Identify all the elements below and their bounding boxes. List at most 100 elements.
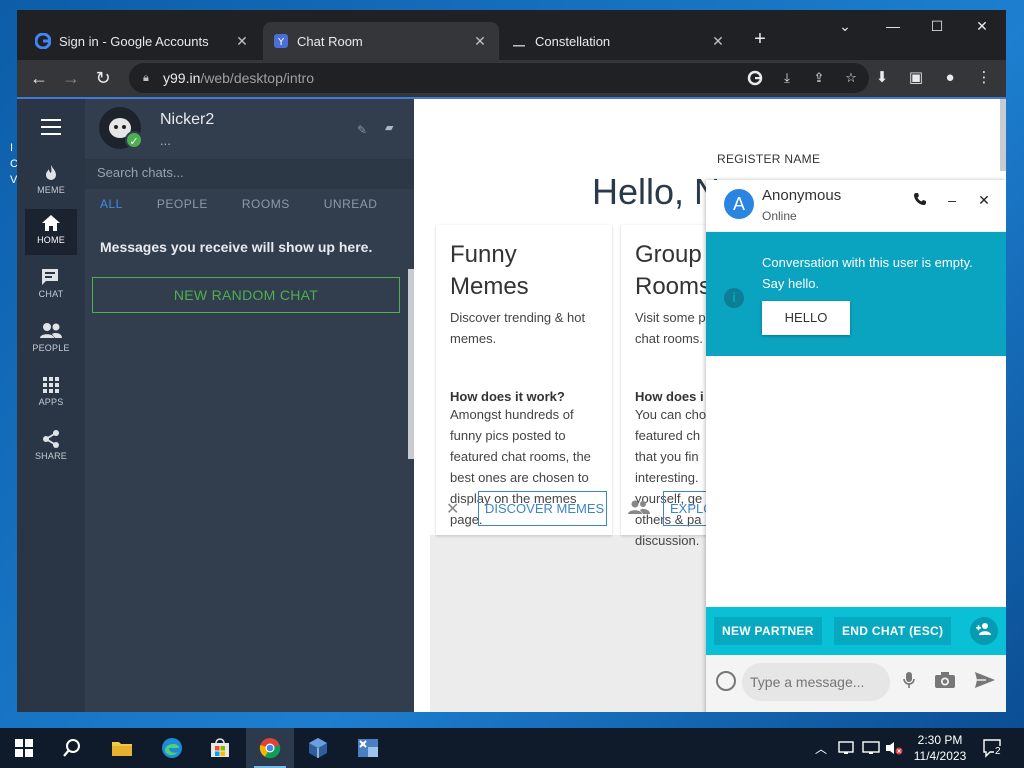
system-clock[interactable]: 2:30 PM 11/4/2023 bbox=[910, 732, 970, 764]
network-icon[interactable] bbox=[838, 728, 856, 768]
share-page-icon[interactable]: ⇪ bbox=[809, 68, 829, 88]
filter-people[interactable]: PEOPLE bbox=[157, 197, 208, 211]
profile-status[interactable]: ... bbox=[160, 133, 171, 148]
new-partner-button[interactable]: NEW PARTNER bbox=[714, 617, 822, 645]
lock-icon: 🔒︎ bbox=[143, 71, 149, 84]
greeting-heading: Hello, N bbox=[592, 171, 721, 212]
edge-icon[interactable] bbox=[148, 728, 196, 768]
rail-item-people[interactable]: PEOPLE bbox=[25, 317, 77, 363]
card-title-line1: Funny bbox=[450, 241, 517, 268]
start-button[interactable] bbox=[0, 728, 48, 768]
info-icon: i bbox=[724, 288, 744, 308]
apps-icon bbox=[25, 371, 77, 397]
rail-item-apps[interactable]: APPS bbox=[25, 371, 77, 417]
close-window-button[interactable]: ✕ bbox=[962, 18, 1002, 35]
card-question: How does it work? bbox=[450, 389, 565, 404]
explore-rooms-button[interactable]: EXPLO bbox=[663, 491, 707, 526]
share-icon bbox=[25, 425, 77, 451]
discover-memes-button[interactable]: DISCOVER MEMES bbox=[478, 491, 607, 526]
browser-toolbar: ← → ↻ 🔒︎ y99.in/web/desktop/intro ⤓ ⇪ ☆ … bbox=[17, 60, 1006, 97]
send-icon[interactable] bbox=[974, 671, 996, 694]
chat-actions-bar: NEW PARTNER END CHAT (ESC) bbox=[706, 607, 1006, 655]
rail-item-meme[interactable]: MEME bbox=[25, 159, 77, 205]
chrome-icon[interactable] bbox=[246, 728, 294, 768]
card-answer: You can cho featured ch that you fin int… bbox=[635, 407, 707, 548]
search-chats-input[interactable]: Search chats... bbox=[85, 159, 414, 189]
new-random-chat-button[interactable]: NEW RANDOM CHAT bbox=[92, 277, 400, 313]
app-xp-icon[interactable] bbox=[344, 728, 392, 768]
profile-icon[interactable]: ● bbox=[938, 65, 962, 89]
filter-rooms[interactable]: ROOMS bbox=[242, 197, 290, 211]
say-hello-button[interactable]: HELLO bbox=[762, 301, 850, 335]
volume-muted-icon[interactable] bbox=[884, 728, 904, 768]
camera-icon[interactable] bbox=[934, 671, 956, 694]
new-tab-button[interactable]: + bbox=[747, 26, 773, 52]
notification-center-button[interactable]: 2 bbox=[982, 737, 1004, 759]
taskbar: ︿ 2:30 PM 11/4/2023 2 bbox=[0, 728, 1024, 768]
minimize-chat-button[interactable]: – bbox=[942, 192, 962, 208]
tab-title: Chat Room bbox=[297, 33, 363, 49]
edit-pencil-icon[interactable]: ✎ bbox=[357, 123, 367, 137]
close-icon[interactable]: ✕ bbox=[233, 33, 251, 50]
card-description: Visit some p chat rooms. bbox=[635, 310, 706, 346]
install-icon[interactable]: ⤓ bbox=[777, 68, 797, 88]
back-button[interactable]: ← bbox=[23, 65, 55, 93]
bookmark-star-icon[interactable]: ☆ bbox=[841, 68, 861, 88]
filter-all[interactable]: ALL bbox=[100, 197, 123, 211]
rail-label: APPS bbox=[38, 397, 64, 407]
file-explorer-icon[interactable] bbox=[98, 728, 146, 768]
tab-google-accounts[interactable]: Sign in - Google Accounts ✕ bbox=[25, 22, 261, 60]
download-icon[interactable]: ⬇ bbox=[870, 65, 894, 89]
close-chat-button[interactable]: ✕ bbox=[974, 192, 994, 209]
close-icon[interactable]: ✕ bbox=[471, 33, 489, 50]
tab-constellation[interactable]: Constellation ✕ bbox=[501, 22, 737, 60]
rail-item-share[interactable]: SHARE bbox=[25, 425, 77, 471]
main-scrollbar[interactable] bbox=[1000, 99, 1006, 171]
profile-name: Nicker2 bbox=[160, 111, 215, 128]
web-page: MEME HOME CHAT PEOPLE APPS SHARE ✓ Nicke… bbox=[17, 97, 1006, 712]
maximize-button[interactable]: ☐ bbox=[917, 18, 957, 35]
flame-icon bbox=[25, 159, 77, 185]
phone-icon[interactable] bbox=[910, 192, 930, 209]
banner-text: Conversation with this user is empty. Sa… bbox=[762, 255, 973, 291]
microphone-icon[interactable] bbox=[902, 671, 916, 694]
show-hidden-icons[interactable]: ︿ bbox=[815, 728, 827, 768]
verified-check-icon: ✓ bbox=[125, 131, 143, 149]
chat-icon bbox=[25, 263, 77, 289]
google-lens-icon[interactable] bbox=[745, 68, 765, 88]
reload-button[interactable]: ↻ bbox=[87, 65, 119, 93]
y99-icon: Y bbox=[273, 33, 289, 49]
end-chat-button[interactable]: END CHAT (ESC) bbox=[834, 617, 952, 645]
people-icon bbox=[25, 317, 77, 343]
id-card-icon[interactable]: ▰ bbox=[385, 121, 393, 134]
chat-popup: A Anonymous Online – ✕ i Conversation wi… bbox=[706, 180, 1006, 712]
display-icon[interactable] bbox=[862, 728, 880, 768]
avatar[interactable]: ✓ bbox=[99, 107, 143, 149]
close-icon[interactable]: ✕ bbox=[709, 33, 727, 50]
menu-icon[interactable]: ⋮ bbox=[972, 65, 996, 89]
add-friend-icon[interactable] bbox=[970, 617, 998, 645]
filter-unread[interactable]: UNREAD bbox=[324, 197, 378, 211]
register-name-link[interactable]: REGISTER NAME bbox=[717, 152, 820, 166]
hamburger-menu-icon[interactable] bbox=[41, 119, 61, 140]
card-title-line2: Memes bbox=[450, 273, 529, 300]
empty-chats-message: Messages you receive will show up here. bbox=[100, 239, 373, 255]
card-title: Funny Memes bbox=[450, 239, 598, 303]
side-panel-icon[interactable]: ▣ bbox=[904, 65, 928, 89]
store-icon[interactable] bbox=[196, 728, 244, 768]
emoji-icon[interactable] bbox=[716, 671, 736, 691]
rail-item-chat[interactable]: CHAT bbox=[25, 263, 77, 309]
tab-chat-room[interactable]: Y Chat Room ✕ bbox=[263, 22, 499, 60]
rail-label: CHAT bbox=[38, 289, 64, 299]
card-title-line1: Group bbox=[635, 241, 702, 268]
search-icon[interactable] bbox=[48, 728, 96, 768]
forward-button[interactable]: → bbox=[55, 65, 87, 93]
card-funny-memes: Funny Memes Discover trending & hot memes… bbox=[436, 225, 612, 535]
minimize-button[interactable]: — bbox=[873, 18, 913, 34]
address-bar[interactable]: 🔒︎ y99.in/web/desktop/intro ⤓ ⇪ ☆ bbox=[129, 63, 869, 93]
message-input[interactable] bbox=[742, 663, 890, 701]
virtualbox-icon[interactable] bbox=[294, 728, 342, 768]
home-icon bbox=[25, 209, 77, 235]
rail-item-home[interactable]: HOME bbox=[25, 209, 77, 255]
tab-search-icon[interactable]: ⌄ bbox=[825, 18, 865, 35]
